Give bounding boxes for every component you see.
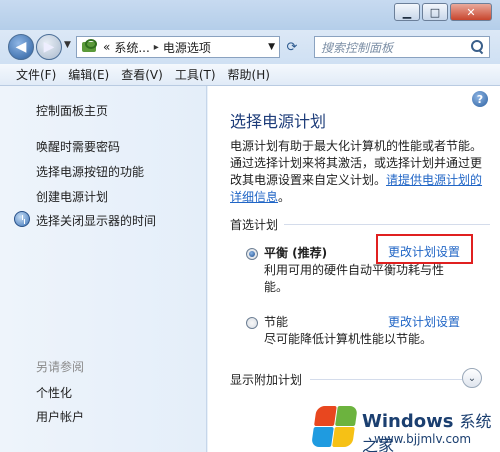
plan-power-saver-name[interactable]: 节能 [264,313,288,330]
sidebar-item-user-accounts[interactable]: 用户帐户 [36,408,84,425]
sidebar-item-personalization[interactable]: 个性化 [36,384,72,401]
menu-edit[interactable]: 编辑(E) [68,64,109,85]
breadcrumb-separator[interactable]: ▸ [154,42,159,53]
description-end: 。 [278,190,291,204]
close-button[interactable]: ✕ [450,3,492,21]
annotation-highlight-box [376,234,473,264]
menu-bar: 文件(F) 编辑(E) 查看(V) 工具(T) 帮助(H) [0,64,500,86]
description-line-1: 电源计划有助于最大化计算机的性能或者节能。 [230,139,483,153]
address-field[interactable]: « 系统... ▸ 电源选项 ▼ [76,36,280,58]
plan-balanced-name[interactable]: 平衡 (推荐) [264,244,327,261]
search-placeholder: 搜索控制面板 [321,40,394,55]
plan-balanced-desc-line-2: 能。 [264,280,289,294]
content-pane: ? 选择电源计划 电源计划有助于最大化计算机的性能或者节能。 通过选择计划来将其… [208,86,500,452]
window-controls: ▁ □ ✕ [394,3,492,21]
help-icon[interactable]: ? [472,91,488,107]
menu-tools[interactable]: 工具(T) [175,64,216,85]
breadcrumb-prefix[interactable]: « [103,40,110,54]
address-bar: ◀ ▶ ▼ « 系统... ▸ 电源选项 ▼ ⟳ 搜索控制面板 [0,30,500,64]
windows-logo-icon [309,404,359,448]
plan-power-saver-radio[interactable] [246,317,258,329]
maximize-button[interactable]: □ [422,3,448,21]
menu-view[interactable]: 查看(V) [121,64,163,85]
power-plan-info-link-cont[interactable]: 详细信息 [230,190,278,204]
chevron-down-icon[interactable]: ⌄ [462,368,482,388]
minimize-button[interactable]: ▁ [394,3,420,21]
watermark-brand: Windows [362,411,454,432]
page-description: 电源计划有助于最大化计算机的性能或者节能。 通过选择计划来将其激活，或选择计划并… [230,138,492,206]
recent-pages-dropdown[interactable]: ▼ [64,40,71,50]
forward-button[interactable]: ▶ [36,34,62,60]
window-frame: ▁ □ ✕ ◀ ▶ ▼ « 系统... ▸ 电源选项 ▼ ⟳ 搜索控制面板 文件… [0,0,500,452]
watermark: Windows 系统之家 www.bjjmlv.com [309,402,500,452]
show-additional-plans-label[interactable]: 显示附加计划 [230,371,302,388]
refresh-icon[interactable]: ⟳ [282,36,302,58]
description-line-3-text: 改其电源设置来自定义计划。 [230,173,387,187]
plan-balanced-radio[interactable] [246,248,258,260]
menu-help[interactable]: 帮助(H) [228,64,270,85]
description-line-2: 通过选择计划来将其激活，或选择计划并通过更 [230,156,483,170]
sidebar-item-power-button[interactable]: 选择电源按钮的功能 [36,163,144,180]
plan-power-saver-desc: 尽可能降低计算机性能以节能。 [264,332,433,346]
page-title: 选择电源计划 [230,112,327,131]
see-also-heading: 另请参阅 [36,360,85,374]
sidebar-item-wake-password[interactable]: 唤醒时需要密码 [36,138,120,155]
search-icon[interactable] [470,40,484,54]
menu-file[interactable]: 文件(F) [16,64,56,85]
breadcrumb-power-options[interactable]: 电源选项 [163,39,211,56]
search-input[interactable]: 搜索控制面板 [314,36,490,58]
section-divider [284,224,490,225]
control-panel-icon [81,39,99,55]
navigation-pane: 控制面板主页 唤醒时需要密码 选择电源按钮的功能 创建电源计划 选择关闭显示器的… [0,86,207,452]
breadcrumb-system[interactable]: 系统... [114,39,149,56]
description-line-4: 详细信息。 [230,189,492,206]
plan-power-saver-change-settings-link[interactable]: 更改计划设置 [388,313,460,330]
description-line-3: 改其电源设置来自定义计划。请提供电源计划的 [230,172,492,189]
back-button[interactable]: ◀ [8,34,34,60]
title-bar: ▁ □ ✕ [0,0,500,32]
sidebar-item-display-off[interactable]: 选择关闭显示器的时间 [36,212,156,229]
address-dropdown-icon[interactable]: ▼ [268,42,275,52]
preferred-plans-label: 首选计划 [230,218,279,232]
sidebar-item-home[interactable]: 控制面板主页 [36,102,108,119]
sidebar-item-create-plan[interactable]: 创建电源计划 [36,188,108,205]
watermark-url: www.bjjmlv.com [374,432,472,446]
additional-plans-divider [310,379,462,380]
plan-balanced-desc-line-1: 利用可用的硬件自动平衡功耗与性 [264,263,445,277]
display-timer-icon [14,211,30,227]
power-plan-info-link[interactable]: 请提供电源计划的 [386,173,482,187]
